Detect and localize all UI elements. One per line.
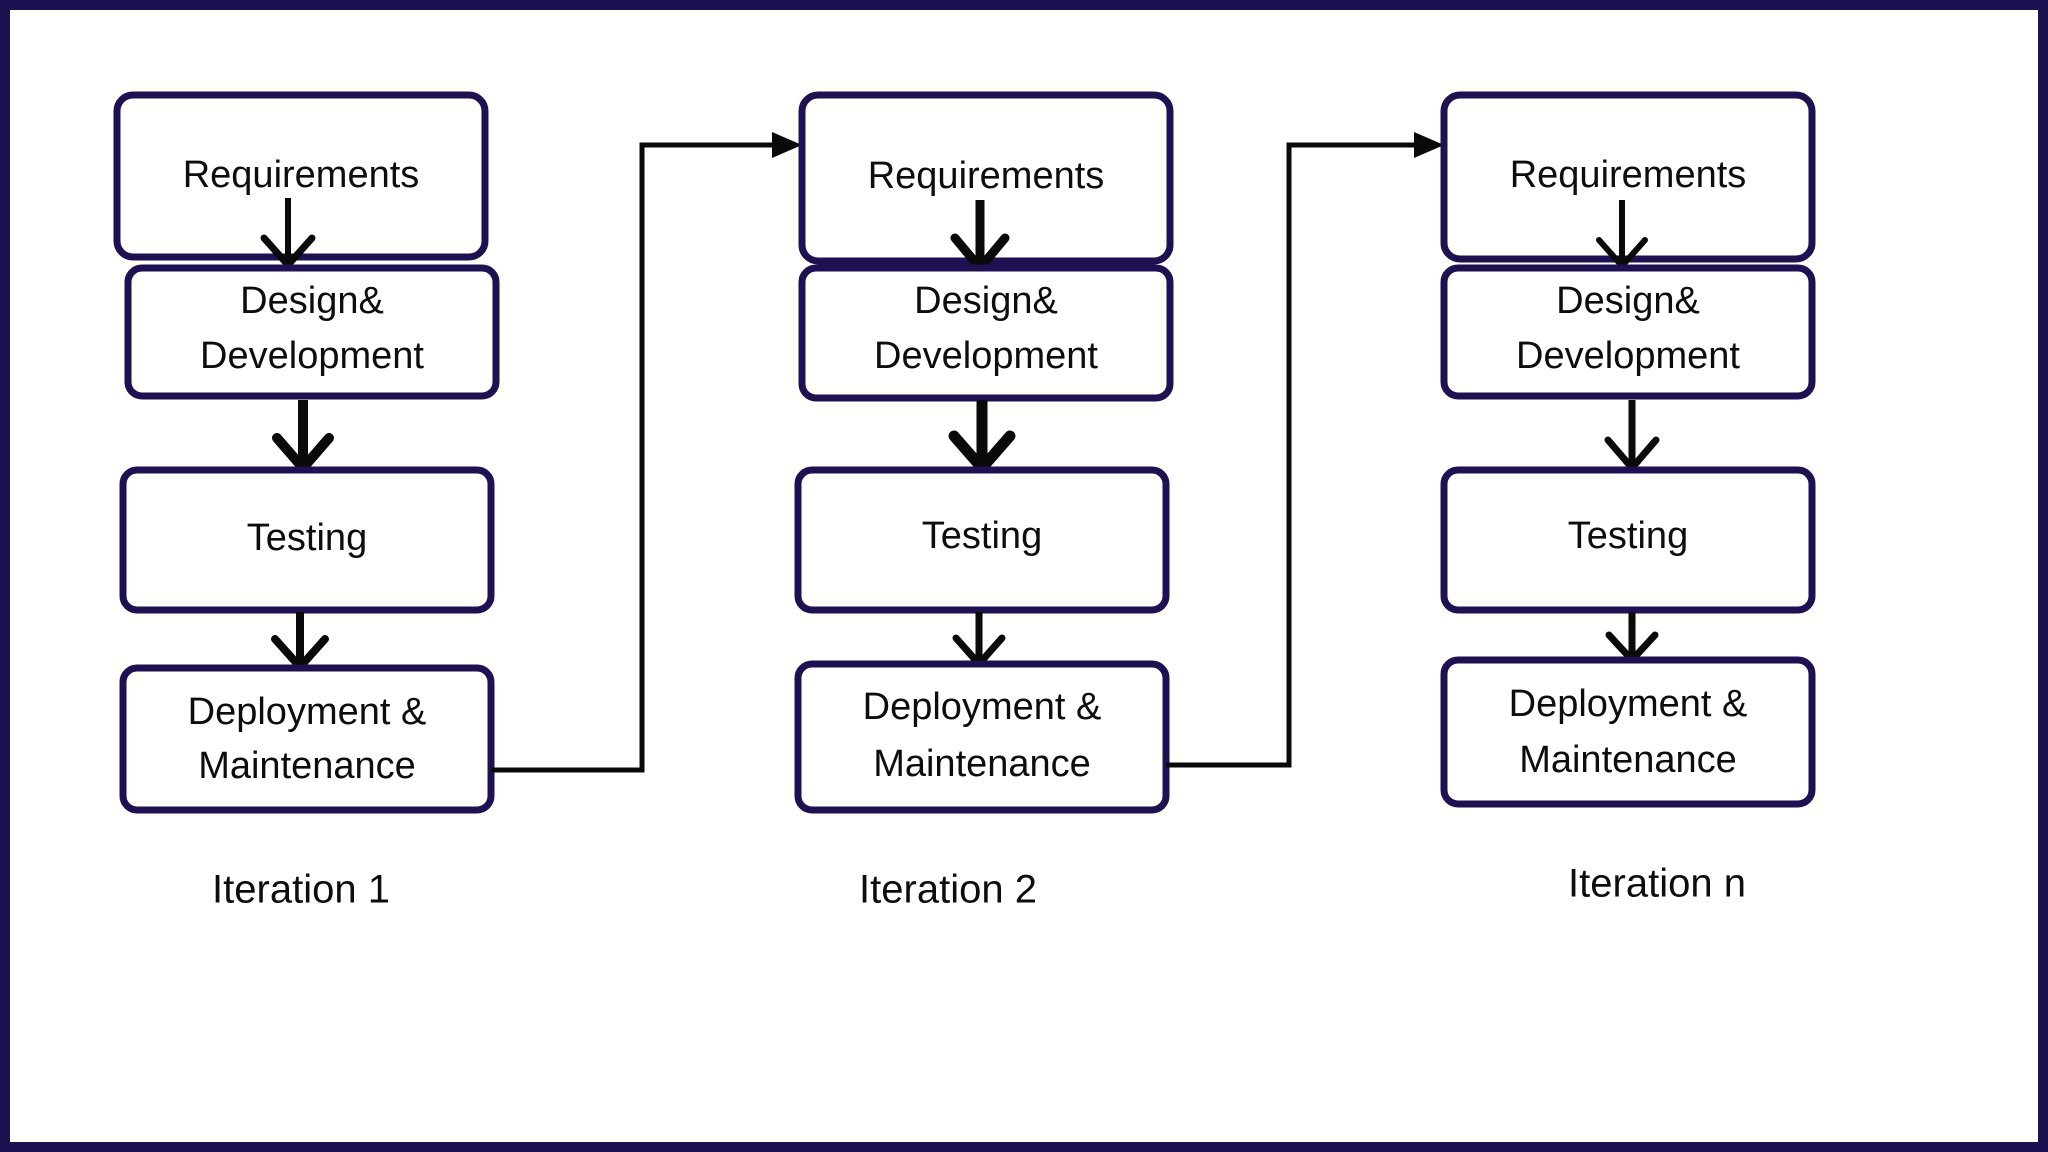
arrow-testing-to-deployment-1 bbox=[271, 612, 329, 671]
connector-iteration-1-to-2 bbox=[491, 132, 802, 773]
iteration-n-requirements-node[interactable]: Requirements bbox=[1440, 91, 1816, 263]
arrow-testing-to-deployment-n bbox=[1605, 612, 1659, 664]
iteration-2-testing-label: Testing bbox=[922, 515, 1042, 557]
iteration-1-testing-node[interactable]: Testing bbox=[119, 466, 495, 614]
iteration-n-design-label: Design& bbox=[1556, 280, 1700, 322]
iteration-1-caption: Iteration 1 bbox=[212, 868, 390, 912]
iteration-2-maintenance-label: Maintenance bbox=[873, 743, 1091, 785]
iteration-2-column: Requirements Design& Development Testing bbox=[794, 91, 1174, 912]
arrow-testing-to-deployment-2 bbox=[952, 612, 1006, 668]
connector-iteration-2-to-n bbox=[1166, 132, 1444, 768]
iteration-1-testing-label: Testing bbox=[247, 517, 367, 559]
iteration-n-design-development-node[interactable]: Design& Development bbox=[1440, 264, 1816, 400]
iteration-2-caption: Iteration 2 bbox=[859, 868, 1037, 912]
iterative-lifecycle-diagram: Requirements Design& Development Testing… bbox=[113, 91, 1816, 912]
iteration-n-development-label: Development bbox=[1516, 335, 1740, 377]
iteration-n-column: Requirements Design& Development Testing bbox=[1440, 91, 1816, 906]
iteration-n-testing-label: Testing bbox=[1568, 515, 1688, 557]
arrow-design-to-testing-2 bbox=[948, 400, 1016, 474]
iteration-1-deployment-maintenance-node[interactable]: Deployment & Maintenance bbox=[119, 664, 495, 814]
diagram-canvas: Requirements Design& Development Testing… bbox=[0, 0, 2048, 1152]
iteration-1-maintenance-label: Maintenance bbox=[198, 745, 416, 787]
iteration-n-maintenance-label: Maintenance bbox=[1519, 739, 1737, 781]
iteration-n-testing-node[interactable]: Testing bbox=[1440, 466, 1816, 614]
connector-2-arrowhead bbox=[1414, 132, 1444, 158]
iteration-2-design-label: Design& bbox=[914, 280, 1058, 322]
iteration-2-requirements-node[interactable]: Requirements bbox=[798, 91, 1174, 265]
iteration-1-development-label: Development bbox=[200, 335, 424, 377]
iteration-1-requirements-label: Requirements bbox=[183, 154, 420, 196]
iteration-2-development-label: Development bbox=[874, 335, 1098, 377]
iteration-2-deployment-label: Deployment & bbox=[863, 686, 1102, 728]
iteration-1-design-development-node[interactable]: Design& Development bbox=[124, 264, 500, 400]
iteration-2-deployment-maintenance-node[interactable]: Deployment & Maintenance bbox=[794, 660, 1170, 814]
iteration-1-design-label: Design& bbox=[240, 280, 384, 322]
iteration-2-design-development-node[interactable]: Design& Development bbox=[798, 264, 1174, 402]
iteration-2-testing-node[interactable]: Testing bbox=[794, 466, 1170, 614]
iteration-2-requirements-label: Requirements bbox=[868, 155, 1105, 197]
iteration-n-requirements-label: Requirements bbox=[1510, 154, 1747, 196]
iteration-1-deployment-label: Deployment & bbox=[188, 691, 427, 733]
arrow-design-to-testing-n bbox=[1604, 400, 1660, 472]
iteration-n-deployment-maintenance-node[interactable]: Deployment & Maintenance bbox=[1440, 656, 1816, 808]
iteration-n-caption: Iteration n bbox=[1568, 862, 1746, 906]
iteration-n-deployment-label: Deployment & bbox=[1509, 683, 1748, 725]
iteration-n-deployment-box[interactable] bbox=[1440, 656, 1816, 808]
iteration-1-deployment-box[interactable] bbox=[119, 664, 495, 814]
iteration-1-column: Requirements Design& Development Testing… bbox=[113, 91, 500, 912]
arrow-design-to-testing-1 bbox=[272, 400, 334, 473]
connector-1-arrowhead bbox=[772, 132, 802, 158]
iteration-1-requirements-node[interactable]: Requirements bbox=[113, 91, 489, 261]
